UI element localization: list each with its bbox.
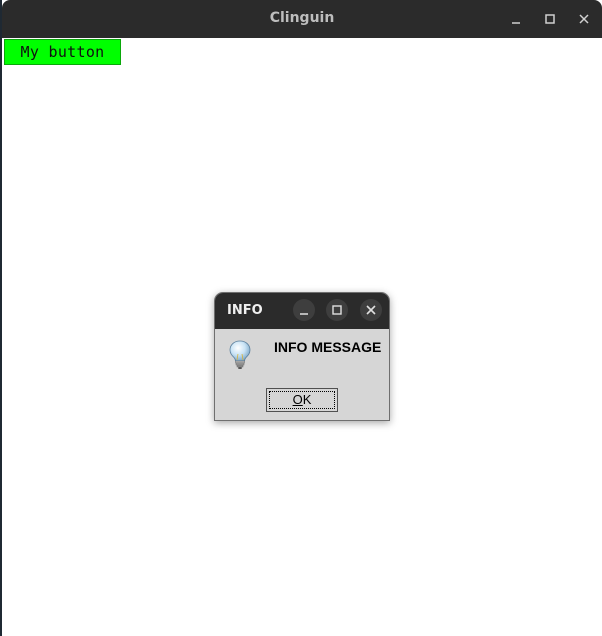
- maximize-button[interactable]: [540, 9, 560, 29]
- minimize-icon: [300, 313, 308, 315]
- dialog-titlebar[interactable]: INFO: [215, 293, 389, 329]
- ok-button-focus-ring: OK: [269, 391, 335, 409]
- dialog-minimize-button[interactable]: [293, 299, 315, 321]
- close-icon: [579, 14, 589, 24]
- close-icon: [366, 305, 376, 315]
- ok-button[interactable]: OK: [266, 388, 338, 412]
- maximize-icon: [545, 14, 555, 24]
- minimize-button[interactable]: [506, 9, 526, 29]
- close-button[interactable]: [574, 9, 594, 29]
- dialog-close-button[interactable]: [360, 299, 382, 321]
- my-button[interactable]: My button: [4, 39, 121, 65]
- ok-label-rest: K: [302, 392, 312, 407]
- dialog-message: INFO MESSAGE: [274, 339, 382, 355]
- maximize-icon: [332, 305, 342, 315]
- dialog-title: INFO: [227, 303, 263, 318]
- ok-mnemonic: O: [292, 392, 303, 407]
- lightbulb-icon: [227, 339, 253, 369]
- info-dialog: INFO INFO MESSAGE OK: [214, 292, 390, 421]
- window-titlebar[interactable]: Clinguin: [2, 0, 602, 38]
- dialog-maximize-button[interactable]: [326, 299, 348, 321]
- minimize-icon: [512, 22, 520, 24]
